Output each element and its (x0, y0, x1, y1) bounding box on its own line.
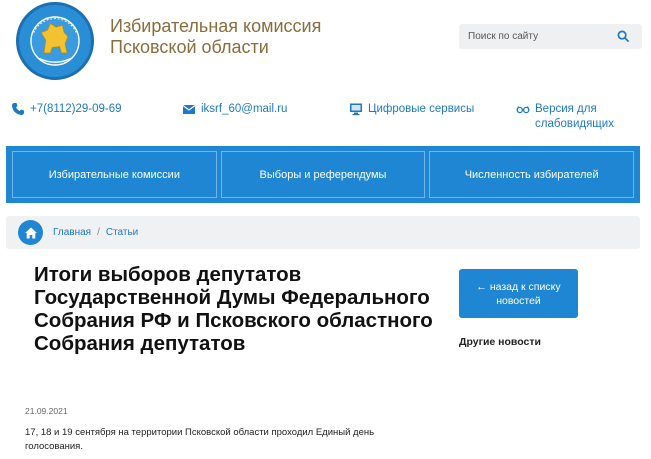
phone-number: +7(8112)29-09-69 (30, 103, 122, 115)
main-navigation: Избирательные комиссии Выборы и референд… (6, 146, 640, 203)
page-title: Итоги выборов депутатов Государственной … (34, 263, 433, 355)
coat-of-arms-logo[interactable] (16, 2, 94, 80)
low-vision-line2: слабовидящих (535, 118, 614, 130)
low-vision-line1: Версия для (535, 103, 597, 115)
email-link[interactable]: iksrf_60@mail.ru (182, 102, 287, 117)
digital-services-label: Цифровые сервисы (368, 103, 475, 115)
breadcrumb-home[interactable]: Главная (53, 227, 91, 238)
search-input[interactable] (459, 31, 609, 42)
breadcrumb: Главная / Статьи (6, 216, 640, 249)
monitor-icon (350, 103, 362, 116)
breadcrumb-separator: / (97, 227, 100, 238)
article-lead: 17, 18 и 19 сентября на территории Псков… (25, 427, 375, 452)
home-button[interactable] (18, 220, 43, 245)
nav-item-voters[interactable]: Численность избирателей (429, 151, 635, 198)
other-news-heading: Другие новости (459, 336, 541, 348)
site-title-line1: Избирательная комиссия (110, 16, 322, 36)
home-icon (24, 227, 37, 238)
site-title-line2: Псковской области (110, 37, 269, 57)
breadcrumb-articles[interactable]: Статьи (106, 227, 138, 238)
site-title[interactable]: Избирательная комиссия Псковской области (110, 16, 321, 58)
back-to-news-button[interactable]: ← назад к списку новостей (459, 269, 578, 318)
email-address: iksrf_60@mail.ru (201, 103, 288, 115)
contacts-bar: +7(8112)29-09-69 iksrf_60@mail.ru Цифров… (0, 102, 651, 138)
nav-item-elections[interactable]: Выборы и референдумы (220, 151, 426, 198)
digital-services-link[interactable]: Цифровые сервисы (349, 102, 474, 117)
nav-item-commissions[interactable]: Избирательные комиссии (12, 151, 217, 198)
phone-link[interactable]: +7(8112)29-09-69 (11, 102, 122, 117)
low-vision-link[interactable]: Версия для слабовидящих (516, 102, 614, 132)
low-vision-label: Версия для слабовидящих (535, 102, 614, 132)
envelope-icon (182, 105, 196, 114)
phone-icon (12, 103, 24, 115)
article-date: 21.09.2021 (25, 406, 68, 416)
search-box (459, 24, 642, 49)
search-icon[interactable] (617, 30, 630, 43)
glasses-icon (516, 106, 530, 114)
